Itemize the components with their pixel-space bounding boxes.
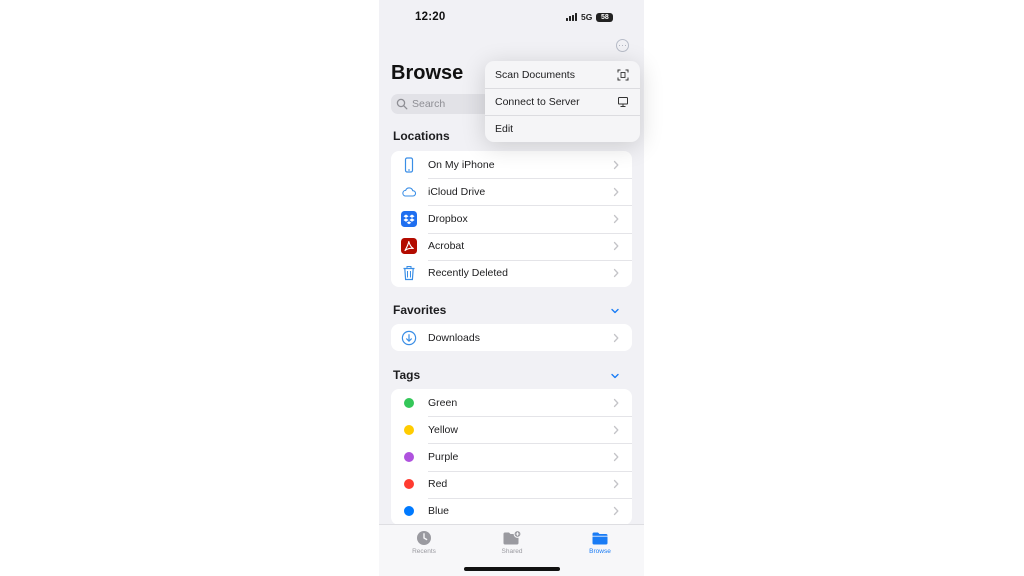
network-type: 5G xyxy=(581,12,593,22)
shared-folder-icon xyxy=(503,530,522,545)
favorite-label: Downloads xyxy=(428,331,480,344)
chevron-down-icon[interactable] xyxy=(610,306,620,316)
location-label: iCloud Drive xyxy=(428,185,486,198)
menu-label: Scan Documents xyxy=(495,68,575,81)
tab-label: Recents xyxy=(412,548,436,555)
icloud-icon xyxy=(401,184,417,200)
location-acrobat[interactable]: Acrobat xyxy=(391,232,632,260)
purple-tag-dot xyxy=(404,451,414,462)
search-placeholder: Search xyxy=(412,98,446,110)
chevron-right-icon xyxy=(613,452,619,462)
favorites-header: Favorites xyxy=(393,303,447,317)
signal-icon xyxy=(566,13,577,21)
server-icon xyxy=(618,96,628,107)
location-icloud-drive[interactable]: iCloud Drive xyxy=(391,178,632,205)
iphone-icon xyxy=(401,156,417,173)
dropbox-icon xyxy=(401,210,417,227)
folder-icon xyxy=(592,532,608,545)
tags-header: Tags xyxy=(393,368,421,382)
tag-label: Green xyxy=(428,396,458,409)
tag-label: Red xyxy=(428,478,448,491)
chevron-down-icon[interactable] xyxy=(610,371,620,381)
status-time: 12:20 xyxy=(415,11,446,23)
menu-label: Edit xyxy=(495,122,514,135)
tag-yellow[interactable]: Yellow xyxy=(391,416,632,443)
menu-item-edit[interactable]: Edit xyxy=(485,115,640,142)
tab-browse[interactable]: Browse xyxy=(570,530,630,555)
battery-icon: 58 xyxy=(596,12,614,22)
chevron-right-icon xyxy=(613,187,619,196)
red-tag-dot xyxy=(404,479,414,490)
tab-label: Browse xyxy=(589,548,611,555)
chevron-right-icon xyxy=(613,242,619,251)
acrobat-icon xyxy=(401,238,417,255)
chevron-right-icon xyxy=(613,425,619,434)
tag-green[interactable]: Green xyxy=(391,389,632,416)
yellow-tag-dot xyxy=(404,424,414,435)
chevron-right-icon xyxy=(613,269,619,278)
context-menu: Scan Documents Connect to Server Edit xyxy=(485,61,640,142)
tag-red[interactable]: Red xyxy=(391,470,632,498)
tab-label: Shared xyxy=(501,548,523,555)
chevron-right-icon xyxy=(613,398,619,407)
menu-item-connect-to-server[interactable]: Connect to Server xyxy=(485,88,640,115)
home-indicator[interactable] xyxy=(464,567,560,571)
location-recently-deleted[interactable]: Recently Deleted xyxy=(391,259,632,287)
tags-list: Green Yellow Purple Red Blue xyxy=(391,389,632,525)
location-dropbox[interactable]: Dropbox xyxy=(391,205,632,232)
location-label: Acrobat xyxy=(428,240,465,253)
trash-icon xyxy=(401,265,417,281)
search-icon xyxy=(396,98,408,110)
more-options-button[interactable] xyxy=(616,39,629,52)
location-label: On My iPhone xyxy=(428,158,495,171)
tab-recents[interactable]: Recents xyxy=(394,530,454,555)
location-label: Dropbox xyxy=(428,212,468,225)
location-label: Recently Deleted xyxy=(428,267,508,280)
tab-shared[interactable]: Shared xyxy=(482,530,542,555)
chevron-right-icon xyxy=(613,214,619,224)
clock-icon xyxy=(417,531,431,545)
tag-purple[interactable]: Purple xyxy=(391,443,632,470)
download-icon xyxy=(401,330,417,346)
tag-label: Blue xyxy=(428,505,450,518)
location-on-my-iphone[interactable]: On My iPhone xyxy=(391,151,632,178)
search-field[interactable]: Search xyxy=(391,94,491,114)
chevron-right-icon xyxy=(613,507,619,516)
favorite-downloads[interactable]: Downloads xyxy=(391,324,632,351)
page-title: Browse xyxy=(391,62,464,84)
tag-blue[interactable]: Blue xyxy=(391,497,632,525)
menu-label: Connect to Server xyxy=(495,95,580,108)
tag-label: Purple xyxy=(428,450,459,463)
favorites-list: Downloads xyxy=(391,324,632,352)
green-tag-dot xyxy=(404,397,414,408)
tag-label: Yellow xyxy=(428,423,458,436)
chevron-right-icon xyxy=(613,160,619,169)
locations-header: Locations xyxy=(393,129,450,143)
chevron-right-icon xyxy=(613,333,619,342)
chevron-right-icon xyxy=(613,480,619,489)
blue-tag-dot xyxy=(404,506,414,517)
locations-list: On My iPhone iCloud Drive Dropbox Acroba… xyxy=(391,151,632,287)
scan-document-icon xyxy=(617,69,629,80)
menu-item-scan-documents[interactable]: Scan Documents xyxy=(485,61,640,88)
status-indicators: 5G 58 xyxy=(566,12,614,22)
